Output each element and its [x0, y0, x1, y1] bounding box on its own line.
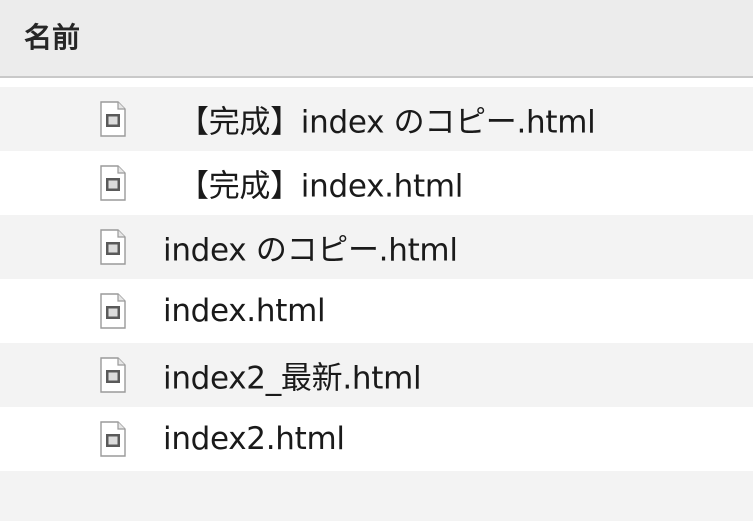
html-document-icon [100, 293, 126, 329]
html-document-icon [100, 165, 126, 201]
empty-row [0, 471, 753, 521]
file-rows: 【完成】index のコピー.html 【完成】index.html index… [0, 87, 753, 521]
finder-file-list: 名前 【完成】index のコピー.html 【完成】index.html in… [0, 0, 753, 521]
file-name: index のコピー.html [163, 232, 458, 269]
file-row[interactable]: 【完成】index.html [0, 151, 753, 215]
file-name: 【完成】index.html [178, 168, 464, 205]
file-name: 【完成】index のコピー.html [178, 104, 596, 141]
html-document-icon [100, 421, 126, 457]
file-name: index2.html [163, 421, 345, 457]
file-name: index.html [163, 293, 326, 329]
file-row[interactable]: index2.html [0, 407, 753, 471]
html-document-icon [100, 101, 126, 137]
name-column-header-label: 名前 [24, 21, 81, 54]
file-row[interactable]: index2_最新.html [0, 343, 753, 407]
html-document-icon [100, 357, 126, 393]
file-row[interactable]: index.html [0, 279, 753, 343]
html-document-icon [100, 229, 126, 265]
name-column-header[interactable]: 名前 [0, 0, 753, 78]
file-row[interactable]: 【完成】index のコピー.html [0, 87, 753, 151]
file-row[interactable]: index のコピー.html [0, 215, 753, 279]
file-name: index2_最新.html [163, 360, 422, 397]
